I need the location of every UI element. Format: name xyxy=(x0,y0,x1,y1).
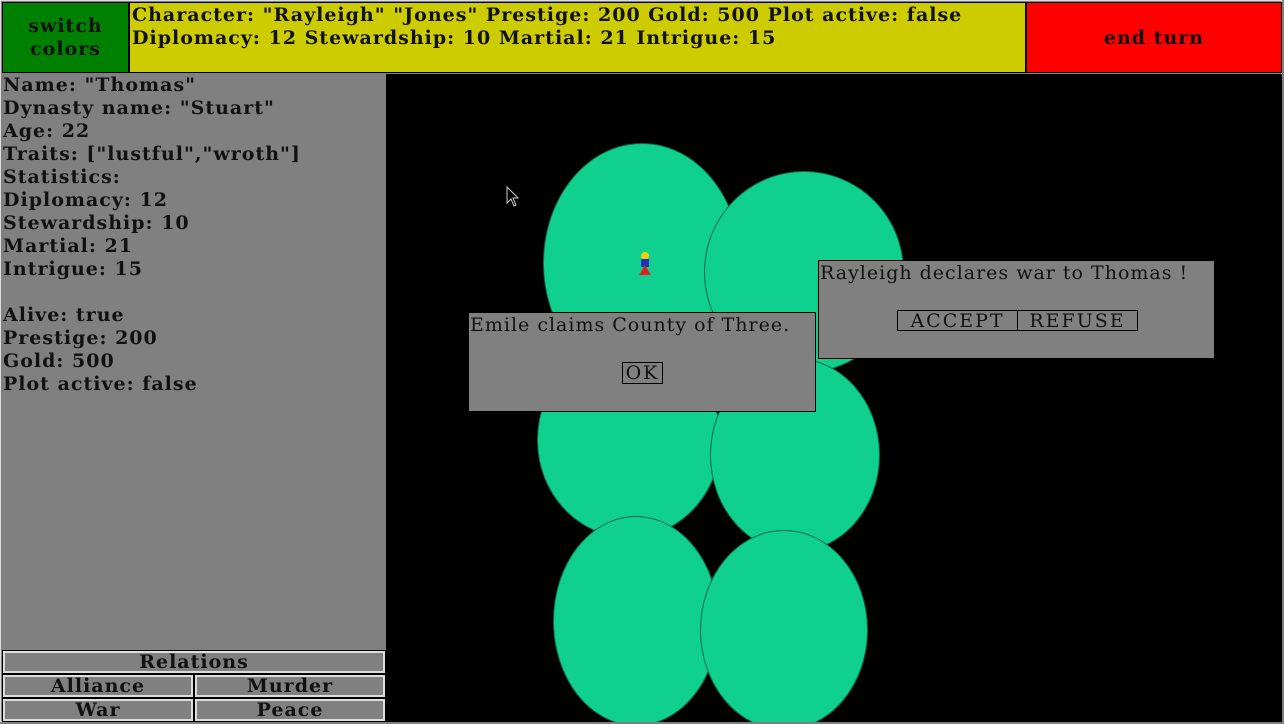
switch-colors-button[interactable]: switch colors xyxy=(2,2,129,73)
char-diplomacy: Diplomacy: 12 xyxy=(3,189,168,211)
char-prestige: Prestige: 200 xyxy=(3,327,158,349)
peace-label: Peace xyxy=(256,699,324,721)
accept-button[interactable]: ACCEPT xyxy=(897,309,1018,332)
war-declaration-dialog: Rayleigh declares war to Thomas ! ACCEPT… xyxy=(818,260,1215,359)
char-age: Age: 22 xyxy=(3,120,91,142)
relations-label: Relations xyxy=(139,651,249,673)
char-name: Name: "Thomas" xyxy=(3,74,197,96)
ok-button[interactable]: OK xyxy=(622,362,663,384)
character-details-panel: Name: "Thomas" Dynasty name: "Stuart" Ag… xyxy=(2,74,387,650)
character-info-bar: Character: "Rayleigh" "Jones" Prestige: … xyxy=(129,2,1026,73)
alliance-button[interactable]: Alliance xyxy=(2,674,194,698)
war-button[interactable]: War xyxy=(2,698,194,722)
info-line-character: Character: "Rayleigh" "Jones" Prestige: … xyxy=(132,4,963,26)
end-turn-button[interactable]: end turn xyxy=(1026,2,1282,73)
claim-message: Emile claims County of Three. xyxy=(470,314,791,336)
murder-label: Murder xyxy=(246,675,334,697)
char-plot-active: Plot active: false xyxy=(3,373,198,395)
char-spacer xyxy=(3,281,387,304)
info-line-stats: Diplomacy: 12 Stewardship: 10 Martial: 2… xyxy=(132,27,777,49)
alliance-label: Alliance xyxy=(50,675,146,697)
end-turn-label: end turn xyxy=(1103,26,1205,49)
county-5[interactable] xyxy=(553,516,719,722)
switch-colors-label-line2: colors xyxy=(30,37,101,60)
char-alive: Alive: true xyxy=(3,304,125,326)
relations-header-button[interactable]: Relations xyxy=(2,650,386,674)
char-statistics-header: Statistics: xyxy=(3,166,121,188)
ok-label: OK xyxy=(625,362,660,384)
mouse-pointer-icon xyxy=(506,186,520,207)
char-dynasty: Dynasty name: "Stuart" xyxy=(3,97,275,119)
claim-dialog: Emile claims County of Three. OK xyxy=(468,312,816,412)
char-martial: Martial: 21 xyxy=(3,235,133,257)
refuse-button[interactable]: REFUSE xyxy=(1017,309,1138,332)
peace-button[interactable]: Peace xyxy=(194,698,386,722)
char-gold: Gold: 500 xyxy=(3,350,115,372)
war-message: Rayleigh declares war to Thomas ! xyxy=(820,262,1189,284)
character-unit-icon[interactable] xyxy=(637,251,653,277)
char-stewardship: Stewardship: 10 xyxy=(3,212,190,234)
county-6[interactable] xyxy=(700,530,868,722)
murder-button[interactable]: Murder xyxy=(194,674,386,698)
switch-colors-label-line1: switch xyxy=(28,14,103,37)
char-intrigue: Intrigue: 15 xyxy=(3,258,143,280)
refuse-label: REFUSE xyxy=(1029,309,1126,332)
char-traits: Traits: ["lustful","wroth"] xyxy=(3,143,301,165)
accept-label: ACCEPT xyxy=(910,309,1005,332)
war-label: War xyxy=(75,699,121,721)
